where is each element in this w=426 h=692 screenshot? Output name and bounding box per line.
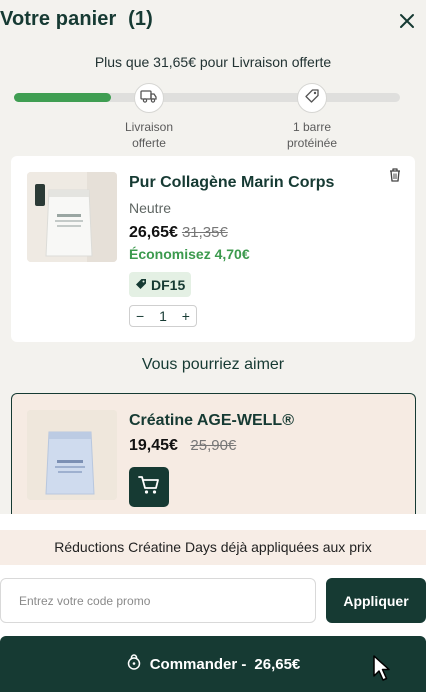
product-price-row: 26,65€ 31,35€ [129, 224, 228, 242]
checkout-button[interactable]: Commander - 26,65€ [0, 636, 426, 692]
product-old-price: 31,35€ [181, 224, 228, 241]
reco-old-price: 25,90€ [190, 437, 237, 454]
free-shipping-message: Plus que 31,65€ pour Livraison offerte [94, 54, 332, 70]
reco-price-row: 19,45€ 25,90€ [129, 437, 236, 455]
close-icon[interactable] [396, 10, 418, 32]
shipping-progress-fill [14, 93, 111, 102]
recommendations-title: Vous pourriez aimer [141, 356, 285, 373]
checkout-total: 26,65€ [254, 655, 301, 673]
tag-icon [304, 88, 320, 109]
milestone-label-free-shipping: Livraison offerte [124, 120, 174, 150]
checkout-label: Commander - [149, 655, 247, 673]
quantity-value[interactable]: 1 [159, 308, 167, 324]
promo-banner: Réductions Créatine Days déjà appliquées… [0, 530, 426, 565]
discount-code: DF15 [151, 276, 186, 293]
reco-price: 19,45€ [129, 437, 178, 454]
promo-code-input[interactable] [0, 578, 316, 623]
shopping-cart-icon [138, 475, 160, 500]
product-image-collagen[interactable] [27, 172, 117, 262]
cart-title: Votre panier (1) [0, 8, 153, 31]
increase-button[interactable]: + [182, 308, 190, 324]
lock-icon [126, 654, 142, 674]
cart-title-label: Votre panier [0, 8, 117, 30]
reco-product-name[interactable]: Créatine AGE-WELL® [129, 412, 294, 430]
add-to-cart-button[interactable] [129, 467, 169, 507]
truck-icon [140, 88, 158, 109]
mouse-cursor-icon [372, 654, 394, 687]
apply-button[interactable]: Appliquer [326, 578, 426, 623]
decrease-button[interactable]: − [136, 308, 144, 324]
milestone-protein-bar [297, 83, 327, 113]
milestone-free-shipping [134, 83, 164, 113]
trash-icon[interactable] [388, 167, 402, 188]
quantity-stepper: − 1 + [129, 305, 197, 327]
tag-filled-icon [135, 277, 147, 293]
milestone-label-protein-bar: 1 barre protéinée [286, 120, 338, 150]
product-name[interactable]: Pur Collagène Marin Corps [129, 174, 334, 192]
product-variant: Neutre [129, 200, 172, 216]
cart-count: (1) [128, 8, 153, 30]
product-price: 26,65€ [129, 224, 178, 241]
discount-badge: DF15 [129, 272, 192, 297]
product-image-creatine[interactable] [27, 410, 117, 500]
savings-text: Économisez 4,70€ [129, 246, 250, 262]
